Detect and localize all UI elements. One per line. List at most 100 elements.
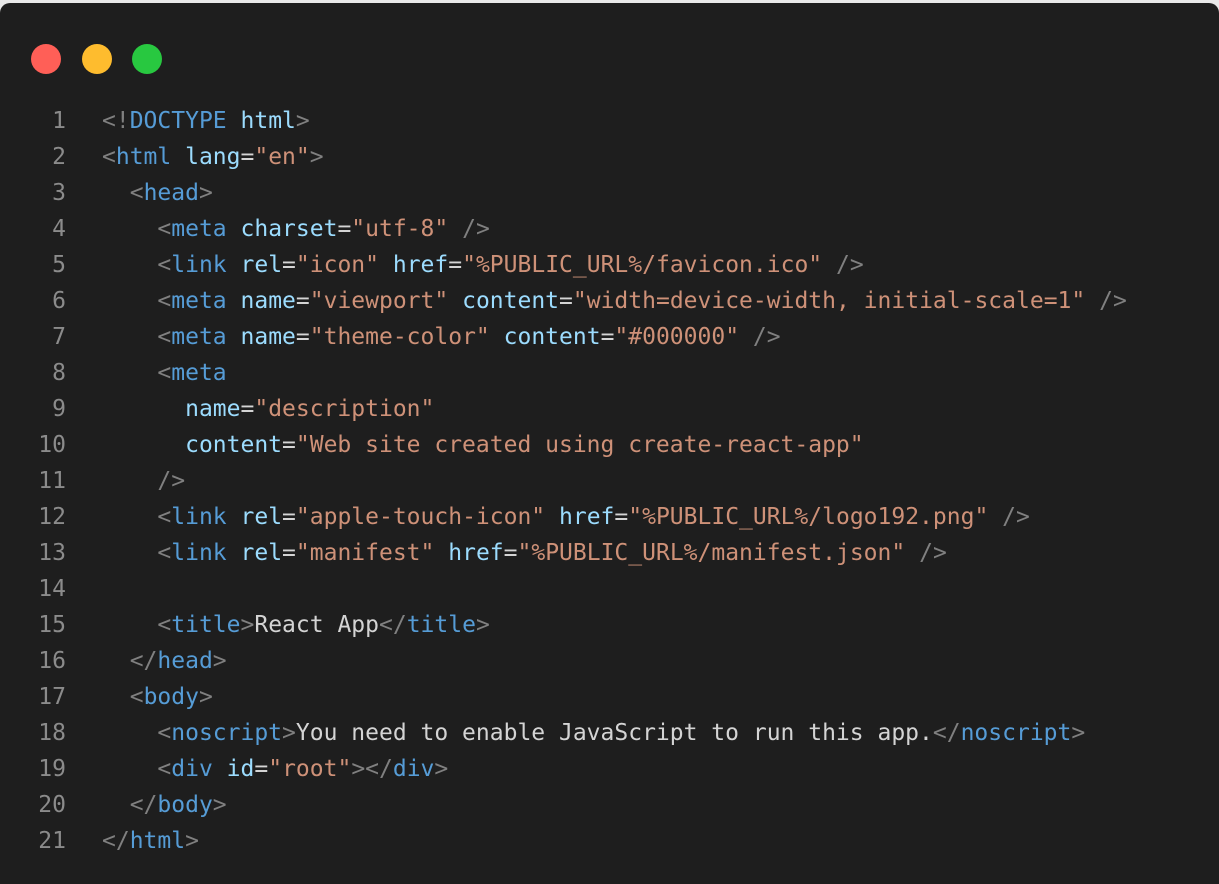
code-token: =	[282, 540, 296, 566]
code-token: =	[282, 432, 296, 458]
line-content: <link rel="icon" href="%PUBLIC_URL%/favi…	[102, 247, 863, 283]
line-number: 15	[38, 612, 66, 638]
code-line: 5 <link rel="icon" href="%PUBLIC_URL%/fa…	[0, 247, 1219, 283]
code-token: />	[462, 216, 490, 242]
line-number: 16	[38, 648, 66, 674]
code-token: />	[752, 324, 781, 350]
line-content: <html lang="en">	[102, 139, 324, 175]
code-token: =	[240, 396, 255, 422]
code-token: <	[157, 288, 172, 314]
code-line: 8 <meta	[0, 355, 1219, 391]
code-token: />	[1002, 504, 1030, 530]
code-token: ></	[351, 756, 393, 782]
line-content: <link rel="apple-touch-icon" href="%PUBL…	[102, 499, 1030, 535]
code-token: "manifest"	[295, 540, 435, 566]
code-token: >	[295, 108, 310, 134]
code-line: 1 <!DOCTYPE html>	[0, 103, 1219, 139]
line-content: <!DOCTYPE html>	[102, 103, 310, 139]
code-token: >	[198, 180, 213, 206]
code-token: />	[1099, 288, 1127, 314]
code-token: href	[448, 540, 504, 566]
code-line: 12 <link rel="apple-touch-icon" href="%P…	[0, 499, 1219, 535]
code-token: =	[337, 216, 352, 242]
code-line: 18 <noscript>You need to enable JavaScri…	[0, 715, 1219, 751]
code-window: 1 <!DOCTYPE html> 2 <html lang="en"> 3 <head…	[0, 3, 1219, 884]
code-line: 16 </head>	[0, 643, 1219, 679]
code-line: 17 <body>	[0, 679, 1219, 715]
code-token: body	[157, 792, 213, 818]
line-content: </html>	[102, 823, 199, 859]
code-token: =	[295, 288, 310, 314]
code-token: "icon"	[295, 252, 379, 278]
line-number: 4	[52, 216, 66, 242]
line-content: <noscript>You need to enable JavaScript …	[102, 715, 1085, 751]
code-token: <	[157, 252, 172, 278]
code-token: "#000000"	[614, 324, 740, 350]
code-token: </	[932, 720, 961, 746]
line-number: 8	[52, 360, 66, 386]
code-token: =	[295, 324, 310, 350]
code-token: =	[559, 288, 573, 314]
code-token: name	[240, 288, 296, 314]
code-token: =	[282, 504, 296, 530]
code-token: link	[171, 252, 227, 278]
line-content: <head>	[102, 175, 213, 211]
code-token: content	[462, 288, 560, 314]
code-line: 11 />	[0, 463, 1219, 499]
line-number: 21	[38, 828, 66, 854]
code-token: React App	[254, 612, 379, 638]
line-number: 17	[38, 684, 66, 710]
code-token: <	[157, 720, 172, 746]
code-token: />	[157, 468, 186, 494]
code-token: >	[240, 612, 255, 638]
minimize-button[interactable]	[82, 44, 112, 74]
code-token: />	[919, 540, 947, 566]
code-token: body	[143, 684, 199, 710]
zoom-button[interactable]	[132, 44, 162, 74]
code-token: <	[157, 216, 172, 242]
line-content: />	[102, 463, 185, 499]
line-number: 19	[38, 756, 66, 782]
close-button[interactable]	[31, 44, 61, 74]
code-token: <	[157, 324, 172, 350]
code-line: 10 content="Web site created using creat…	[0, 427, 1219, 463]
code-token: id	[226, 756, 255, 782]
code-token: title	[406, 612, 476, 638]
code-token: <	[157, 540, 172, 566]
code-token: <	[129, 684, 144, 710]
code-token: >	[434, 756, 449, 782]
line-number: 14	[38, 576, 66, 602]
line-number: 1	[52, 108, 66, 134]
code-token: div	[171, 756, 213, 782]
code-token: meta	[171, 216, 227, 242]
code-token: rel	[240, 540, 283, 566]
line-content: <div id="root"></div>	[102, 751, 448, 787]
line-number: 12	[38, 504, 66, 530]
code-token: lang	[185, 144, 241, 170]
line-content: </head>	[102, 643, 227, 679]
code-token: "apple-touch-icon"	[295, 504, 546, 530]
code-token: =	[254, 756, 269, 782]
code-token: =	[503, 540, 518, 566]
code-token: >	[198, 684, 213, 710]
code-token: <	[157, 756, 172, 782]
code-token: "utf-8"	[351, 216, 449, 242]
code-token: "Web site created using create-react-app…	[295, 432, 864, 458]
code-token: noscript	[171, 720, 283, 746]
line-number: 10	[38, 432, 66, 458]
line-content: </body>	[102, 787, 227, 823]
